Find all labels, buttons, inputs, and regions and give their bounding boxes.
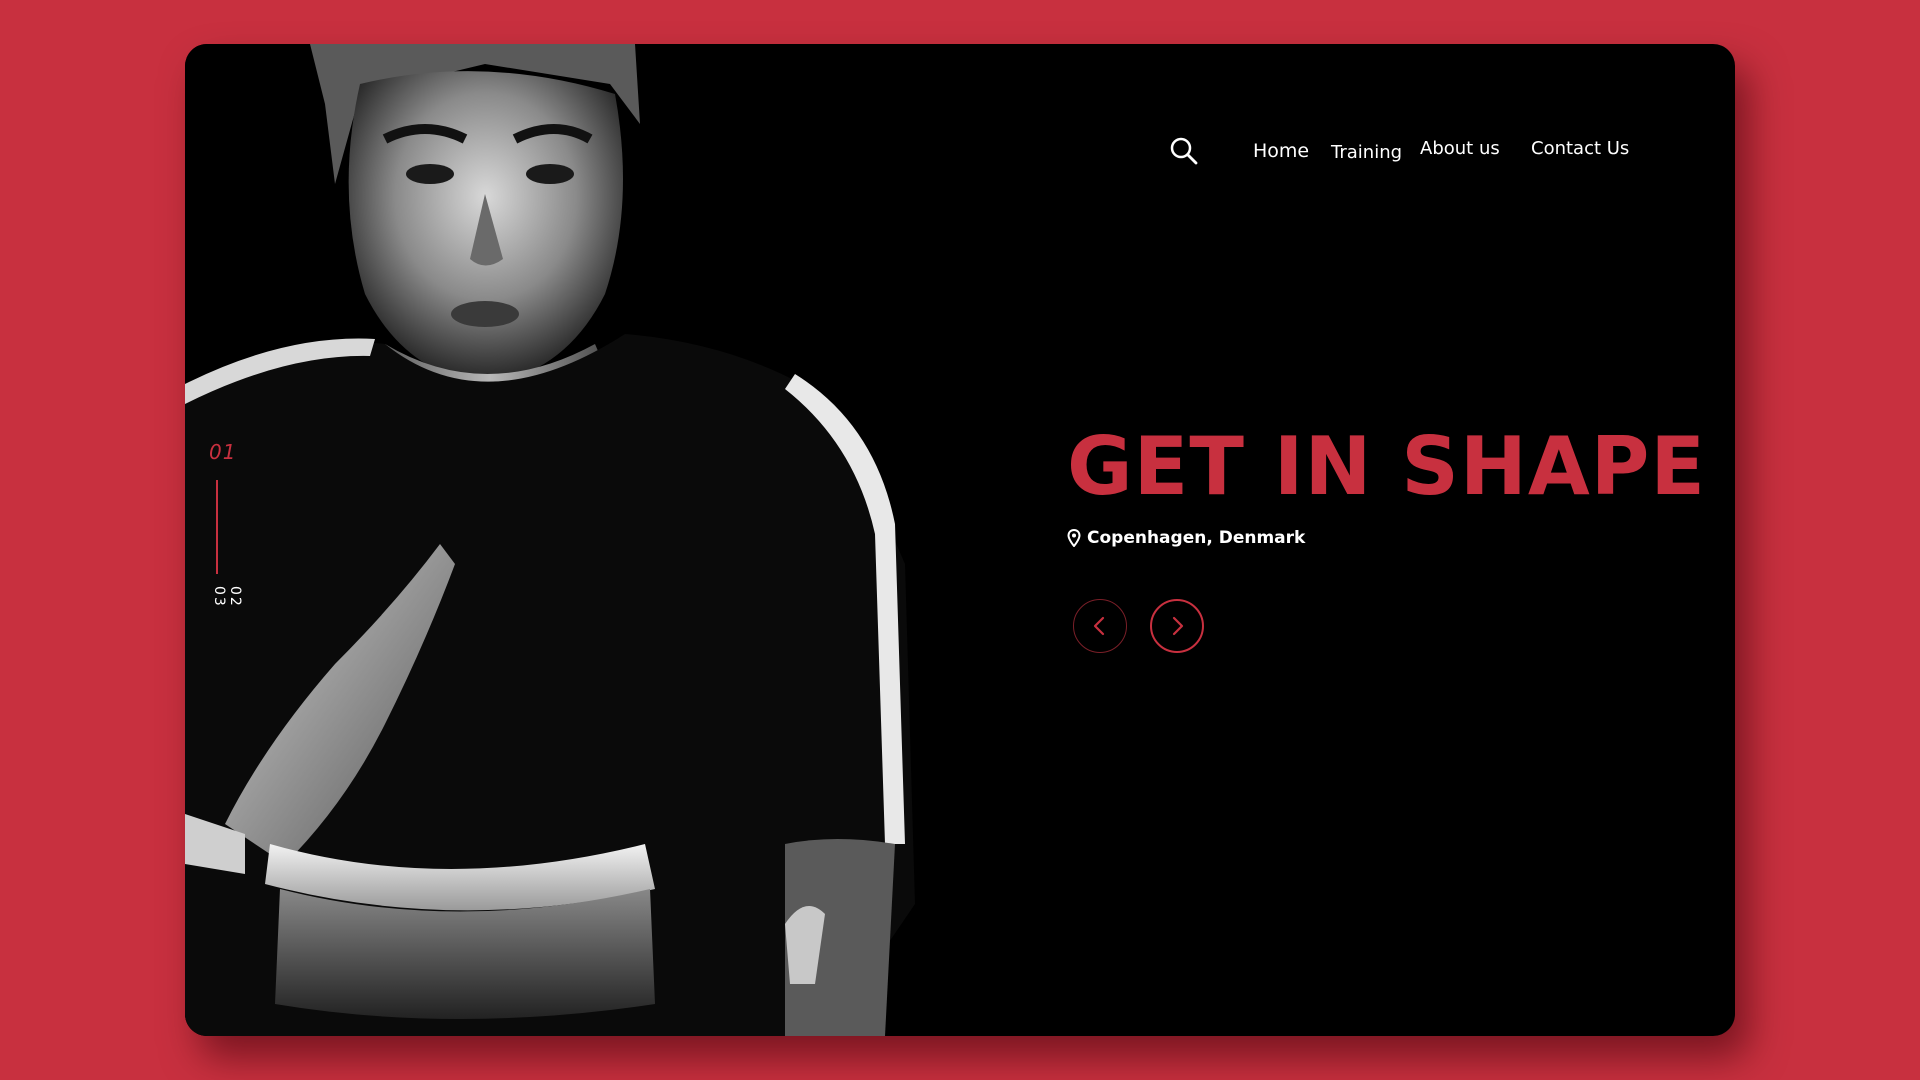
previous-slide-button[interactable] bbox=[1073, 599, 1127, 653]
next-slide-button[interactable] bbox=[1150, 599, 1204, 653]
chevron-left-icon bbox=[1093, 616, 1105, 636]
hero-athlete-image bbox=[185, 44, 1105, 1036]
nav-contact-link[interactable]: Contact Us bbox=[1531, 138, 1629, 159]
nav-training-link[interactable]: Training bbox=[1331, 142, 1402, 163]
slide-progress-line bbox=[216, 480, 218, 574]
nav-about-link[interactable]: About us bbox=[1420, 138, 1500, 159]
chevron-right-icon bbox=[1172, 616, 1184, 636]
nav-home-link[interactable]: Home bbox=[1253, 140, 1309, 162]
slide-indicator: 01 02 03 bbox=[197, 440, 257, 680]
map-pin-icon bbox=[1067, 528, 1081, 548]
location-text: Copenhagen, Denmark bbox=[1087, 528, 1306, 548]
slide-current-number: 01 bbox=[209, 440, 237, 464]
hero-card: 01 02 03 Home Training About us Contact … bbox=[185, 44, 1735, 1036]
search-icon[interactable] bbox=[1167, 134, 1201, 168]
hero-title: GET IN SHAPE bbox=[1067, 420, 1707, 513]
slide-other-numbers: 02 03 bbox=[211, 586, 243, 616]
location-label: Copenhagen, Denmark bbox=[1067, 528, 1305, 548]
slide-number-2[interactable]: 02 bbox=[227, 586, 243, 608]
main-nav: Home Training About us Contact Us bbox=[185, 130, 1735, 170]
slide-number-3[interactable]: 03 bbox=[211, 586, 227, 608]
